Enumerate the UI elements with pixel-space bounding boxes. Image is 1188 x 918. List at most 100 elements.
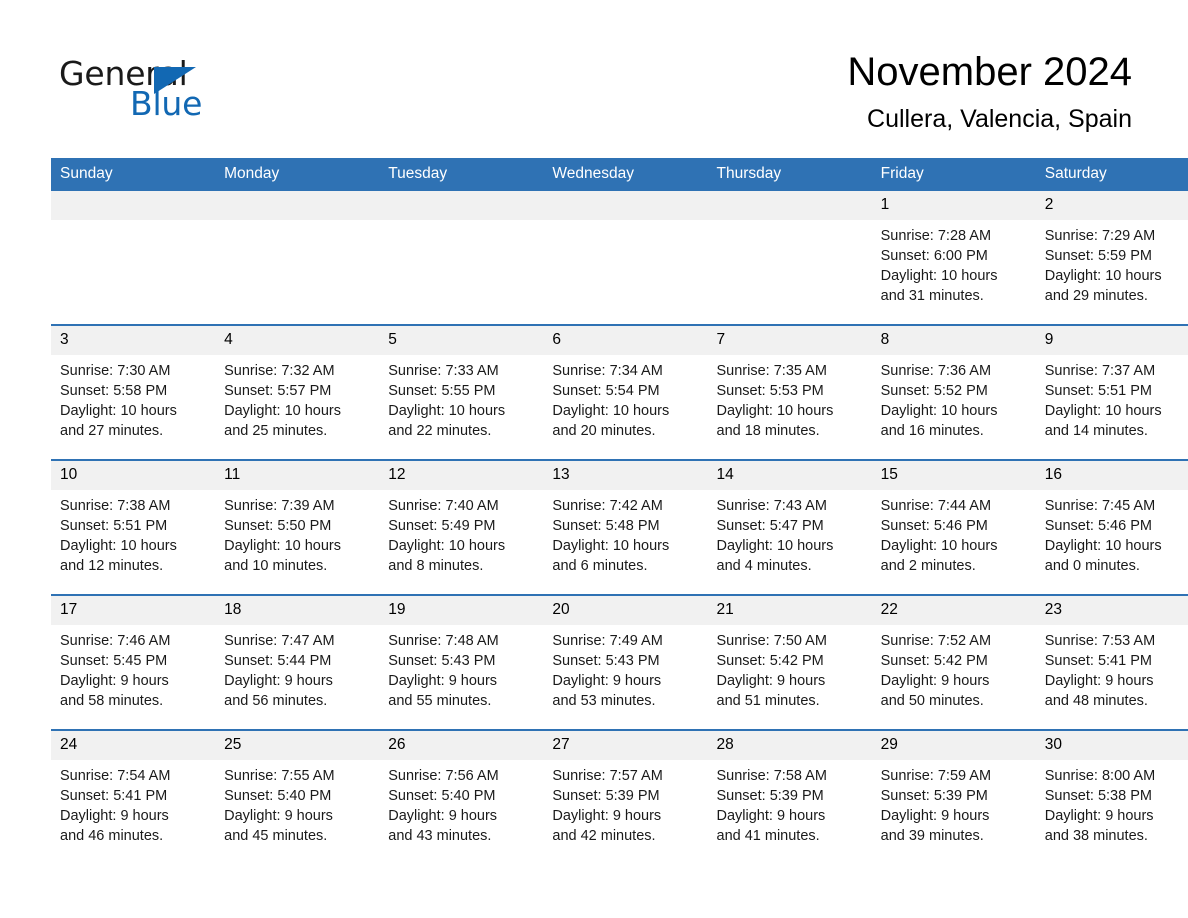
- calendar-day-cell[interactable]: 30 Sunrise: 8:00 AM Sunset: 5:38 PM Dayligh…: [1035, 729, 1188, 864]
- day-number: 26: [379, 731, 544, 760]
- day-number: 6: [543, 326, 708, 355]
- sunrise-text: Sunrise: 7:42 AM: [552, 498, 663, 514]
- sunrise-text: Sunrise: 7:38 AM: [60, 498, 171, 514]
- day-number: [51, 191, 216, 220]
- calendar-day-cell[interactable]: 20 Sunrise: 7:49 AM Sunset: 5:43 PM Dayligh…: [543, 594, 708, 730]
- calendar-day-cell[interactable]: 11 Sunrise: 7:39 AM Sunset: 5:50 PM Dayligh…: [215, 459, 380, 595]
- calendar-day-cell[interactable]: 10 Sunrise: 7:38 AM Sunset: 5:51 PM Dayligh…: [51, 459, 216, 595]
- daylight-text-line1: Daylight: 9 hours: [716, 808, 826, 824]
- calendar-day-cell[interactable]: 15 Sunrise: 7:44 AM Sunset: 5:46 PM Dayligh…: [871, 459, 1036, 595]
- sunset-text: Sunset: 5:42 PM: [716, 653, 824, 669]
- day-details: Sunrise: 7:46 AM Sunset: 5:45 PM Daylight:…: [51, 625, 215, 711]
- day-number: 17: [51, 596, 216, 625]
- calendar-day-cell[interactable]: 24 Sunrise: 7:54 AM Sunset: 5:41 PM Dayligh…: [51, 729, 216, 864]
- calendar-day-cell-empty: [379, 191, 544, 325]
- day-number: 20: [543, 596, 708, 625]
- sunset-text: Sunset: 5:42 PM: [880, 653, 988, 669]
- daylight-text-line1: Daylight: 10 hours: [1044, 538, 1162, 554]
- calendar-day-cell[interactable]: 7 Sunrise: 7:35 AM Sunset: 5:53 PM Daylight…: [707, 324, 872, 460]
- daylight-text-line1: Daylight: 10 hours: [880, 403, 998, 419]
- daylight-text-line1: Daylight: 9 hours: [880, 673, 990, 689]
- day-number: 4: [215, 326, 380, 355]
- daylight-text-line1: Daylight: 10 hours: [388, 403, 506, 419]
- day-details: Sunrise: 7:34 AM Sunset: 5:54 PM Daylight:…: [543, 355, 707, 441]
- sunrise-text: Sunrise: 7:39 AM: [224, 498, 335, 514]
- sunrise-text: Sunrise: 7:48 AM: [388, 633, 499, 649]
- daylight-text-line1: Daylight: 10 hours: [880, 538, 998, 554]
- day-details: Sunrise: 7:56 AM Sunset: 5:40 PM Daylight:…: [379, 760, 543, 846]
- day-details: Sunrise: 7:53 AM Sunset: 5:41 PM Daylight:…: [1036, 625, 1188, 711]
- calendar-day-cell-empty: [543, 191, 708, 325]
- calendar-day-cell[interactable]: 9 Sunrise: 7:37 AM Sunset: 5:51 PM Daylight…: [1035, 324, 1188, 460]
- sunset-text: Sunset: 5:45 PM: [60, 653, 168, 669]
- daylight-text-line2: and 12 minutes.: [60, 558, 164, 574]
- calendar-day-cell-empty: [707, 191, 872, 325]
- daylight-text-line2: and 29 minutes.: [1044, 288, 1148, 304]
- sunrise-text: Sunrise: 7:28 AM: [880, 228, 992, 244]
- calendar-day-cell[interactable]: 6 Sunrise: 7:34 AM Sunset: 5:54 PM Daylight…: [543, 324, 708, 460]
- sunset-text: Sunset: 5:57 PM: [224, 383, 332, 399]
- daylight-text-line1: Daylight: 10 hours: [224, 403, 341, 419]
- sunrise-text: Sunrise: 7:54 AM: [60, 768, 171, 784]
- daylight-text-line1: Daylight: 10 hours: [880, 268, 998, 284]
- daylight-text-line1: Daylight: 9 hours: [388, 673, 498, 689]
- calendar-day-cell[interactable]: 17 Sunrise: 7:46 AM Sunset: 5:45 PM Dayligh…: [51, 594, 216, 730]
- calendar-day-cell[interactable]: 28 Sunrise: 7:58 AM Sunset: 5:39 PM Dayligh…: [707, 729, 872, 864]
- calendar-day-cell[interactable]: 4 Sunrise: 7:32 AM Sunset: 5:57 PM Daylight…: [215, 324, 380, 460]
- calendar-day-cell[interactable]: 23 Sunrise: 7:53 AM Sunset: 5:41 PM Dayligh…: [1035, 594, 1188, 730]
- calendar-day-cell[interactable]: 13 Sunrise: 7:42 AM Sunset: 5:48 PM Dayligh…: [543, 459, 708, 595]
- day-number: 7: [707, 326, 872, 355]
- sunset-text: Sunset: 5:40 PM: [224, 788, 332, 804]
- location-subtitle: Cullera, Valencia, Spain: [867, 105, 1132, 133]
- day-number: 23: [1035, 596, 1188, 625]
- daylight-text-line1: Daylight: 10 hours: [60, 538, 177, 554]
- day-number: 22: [871, 596, 1036, 625]
- daylight-text-line1: Daylight: 10 hours: [552, 538, 670, 554]
- calendar-day-cell[interactable]: 14 Sunrise: 7:43 AM Sunset: 5:47 PM Dayligh…: [707, 459, 872, 595]
- calendar-day-cell[interactable]: 19 Sunrise: 7:48 AM Sunset: 5:43 PM Dayligh…: [379, 594, 544, 730]
- day-details: Sunrise: 7:39 AM Sunset: 5:50 PM Daylight:…: [215, 490, 379, 576]
- sunset-text: Sunset: 5:48 PM: [552, 518, 660, 534]
- calendar-day-cell[interactable]: 12 Sunrise: 7:40 AM Sunset: 5:49 PM Dayligh…: [379, 459, 544, 595]
- daylight-text-line2: and 6 minutes.: [552, 558, 648, 574]
- calendar-day-cell[interactable]: 18 Sunrise: 7:47 AM Sunset: 5:44 PM Dayligh…: [215, 594, 380, 730]
- calendar-day-cell[interactable]: 25 Sunrise: 7:55 AM Sunset: 5:40 PM Dayligh…: [215, 729, 380, 864]
- calendar-day-cell[interactable]: 26 Sunrise: 7:56 AM Sunset: 5:40 PM Dayligh…: [379, 729, 544, 864]
- daylight-text-line2: and 38 minutes.: [1044, 828, 1148, 844]
- calendar-day-cell[interactable]: 5 Sunrise: 7:33 AM Sunset: 5:55 PM Daylight…: [379, 324, 544, 460]
- sunset-text: Sunset: 5:52 PM: [880, 383, 988, 399]
- calendar-day-cell[interactable]: 3 Sunrise: 7:30 AM Sunset: 5:58 PM Daylight…: [51, 324, 216, 460]
- day-number: 21: [707, 596, 872, 625]
- calendar-day-cell[interactable]: 8 Sunrise: 7:36 AM Sunset: 5:52 PM Daylight…: [871, 324, 1036, 460]
- calendar-day-cell[interactable]: 29 Sunrise: 7:59 AM Sunset: 5:39 PM Dayligh…: [871, 729, 1036, 864]
- day-number: 5: [379, 326, 544, 355]
- sunset-text: Sunset: 5:46 PM: [880, 518, 988, 534]
- daylight-text-line1: Daylight: 9 hours: [880, 808, 990, 824]
- daylight-text-line2: and 50 minutes.: [880, 693, 984, 709]
- calendar-day-cell[interactable]: 22 Sunrise: 7:52 AM Sunset: 5:42 PM Dayligh…: [871, 594, 1036, 730]
- calendar-day-cell[interactable]: 1 Sunrise: 7:28 AM Sunset: 6:00 PM Daylight…: [871, 191, 1036, 325]
- day-details: Sunrise: 7:36 AM Sunset: 5:52 PM Daylight:…: [872, 355, 1036, 441]
- day-details: Sunrise: 7:55 AM Sunset: 5:40 PM Daylight:…: [215, 760, 379, 846]
- day-details: Sunrise: 7:49 AM Sunset: 5:43 PM Daylight:…: [543, 625, 707, 711]
- calendar-day-cell[interactable]: 27 Sunrise: 7:57 AM Sunset: 5:39 PM Dayligh…: [543, 729, 708, 864]
- daylight-text-line2: and 58 minutes.: [60, 693, 164, 709]
- calendar-day-cell-empty: [51, 191, 216, 325]
- calendar-week-row: 24 Sunrise: 7:54 AM Sunset: 5:41 PM Dayligh…: [51, 729, 1188, 864]
- daylight-text-line2: and 8 minutes.: [388, 558, 484, 574]
- calendar-day-cell[interactable]: 16 Sunrise: 7:45 AM Sunset: 5:46 PM Dayligh…: [1035, 459, 1188, 595]
- day-number: 28: [707, 731, 872, 760]
- sunrise-text: Sunrise: 7:45 AM: [1044, 498, 1156, 514]
- daylight-text-line2: and 43 minutes.: [388, 828, 492, 844]
- weekday-header-tuesday: Tuesday: [379, 158, 544, 191]
- daylight-text-line1: Daylight: 10 hours: [388, 538, 506, 554]
- calendar-day-cell[interactable]: 21 Sunrise: 7:50 AM Sunset: 5:42 PM Dayligh…: [707, 594, 872, 730]
- calendar-day-cell[interactable]: 2 Sunrise: 7:29 AM Sunset: 5:59 PM Daylight…: [1035, 191, 1188, 325]
- weekday-header-friday: Friday: [871, 158, 1036, 191]
- sunrise-text: Sunrise: 7:56 AM: [388, 768, 499, 784]
- day-details: Sunrise: 7:37 AM Sunset: 5:51 PM Daylight:…: [1036, 355, 1188, 441]
- day-details: Sunrise: 7:50 AM Sunset: 5:42 PM Daylight:…: [708, 625, 872, 711]
- sunset-text: Sunset: 5:58 PM: [60, 383, 168, 399]
- sunrise-text: Sunrise: 7:46 AM: [60, 633, 171, 649]
- calendar-body: 1 Sunrise: 7:28 AM Sunset: 6:00 PM Daylight…: [51, 191, 1188, 864]
